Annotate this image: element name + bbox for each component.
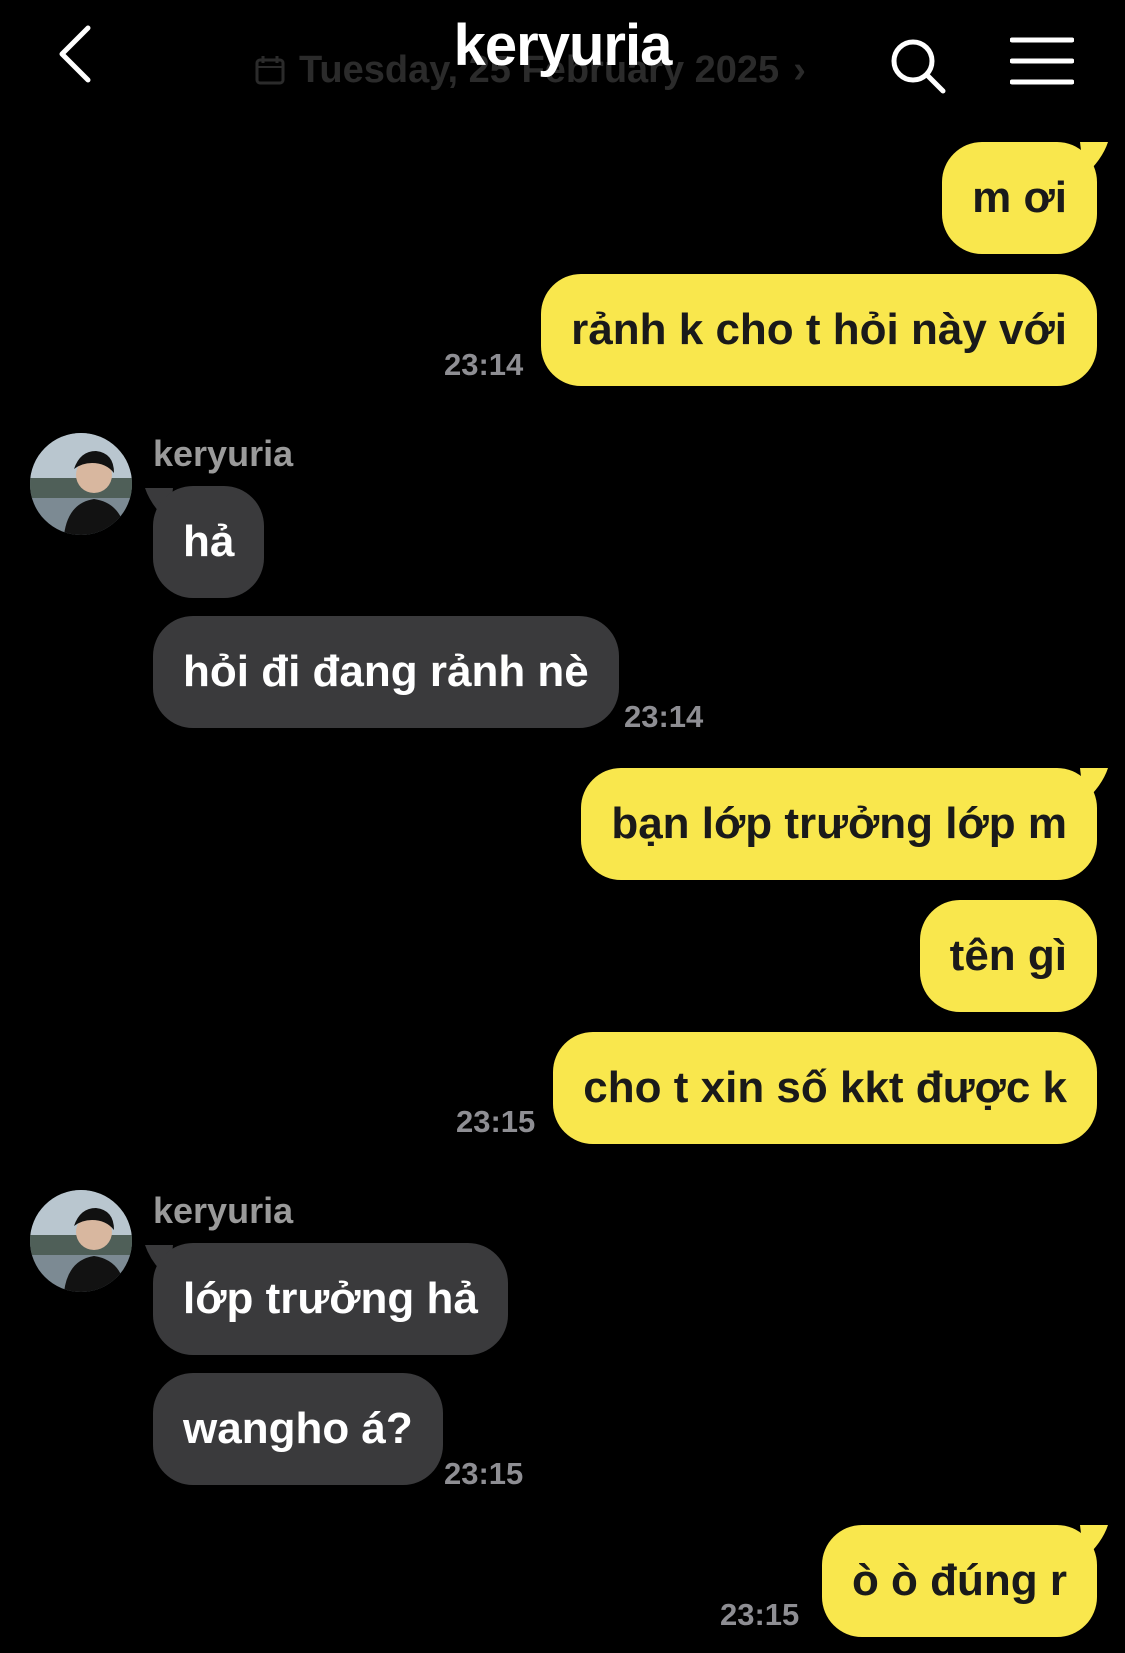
sender-name: keryuria: [153, 433, 294, 474]
message-timestamp: 23:15: [720, 1597, 800, 1632]
message-timestamp: 23:15: [444, 1456, 524, 1491]
outgoing-message[interactable]: cho t xin số kkt được k: [553, 1032, 1097, 1144]
message-timestamp: 23:15: [456, 1104, 536, 1139]
chat-title: keryuria: [453, 13, 673, 78]
incoming-message[interactable]: hả: [153, 486, 265, 598]
outgoing-message[interactable]: ò ò đúng r: [821, 1525, 1097, 1637]
outgoing-message[interactable]: bạn lớp trưởng lớp m: [581, 768, 1097, 880]
incoming-message[interactable]: hỏi đi đang rảnh nè: [153, 616, 619, 728]
bubble-tail: [1080, 142, 1108, 176]
avatar[interactable]: [30, 433, 132, 535]
incoming-message[interactable]: wangho á?: [153, 1373, 443, 1485]
incoming-message[interactable]: lớp trưởng hả: [153, 1243, 508, 1355]
avatar[interactable]: [30, 1190, 132, 1292]
outgoing-message[interactable]: m ơi: [942, 142, 1097, 254]
bubble-tail: [1080, 1525, 1108, 1559]
message-timestamp: 23:14: [624, 699, 704, 734]
message-timestamp: 23:14: [444, 347, 524, 382]
bubble-tail: [1080, 768, 1108, 802]
sender-name: keryuria: [153, 1190, 294, 1231]
outgoing-message[interactable]: tên gì: [919, 900, 1097, 1012]
chat-header: Tuesday, 25 February 2025 › keryuria: [0, 0, 1125, 130]
outgoing-message[interactable]: rảnh k cho t hỏi này với: [541, 274, 1097, 386]
